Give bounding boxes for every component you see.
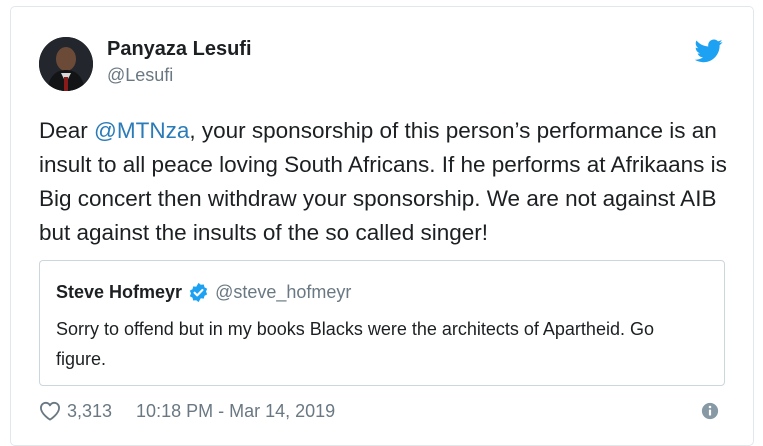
tweet-text-start: Dear — [39, 118, 95, 143]
tweet-text: Dear @MTNza, your sponsorship of this pe… — [39, 114, 739, 250]
tweet-card: Panyaza Lesufi @Lesufi Dear @MTNza, your… — [10, 6, 754, 446]
quoted-author-name: Steve Hofmeyr — [56, 282, 183, 302]
quoted-tweet[interactable]: Steve Hofmeyr @steve_hofmeyr Sorry to of… — [39, 260, 725, 386]
quoted-tweet-header: Steve Hofmeyr @steve_hofmeyr — [56, 281, 351, 303]
quoted-tweet-text: Sorry to offend but in my books Blacks w… — [56, 319, 654, 369]
author-block: Panyaza Lesufi @Lesufi — [107, 37, 252, 87]
avatar-image — [39, 37, 93, 91]
verified-badge-icon — [189, 282, 208, 302]
author-handle[interactable]: @Lesufi — [107, 63, 252, 87]
twitter-bird-icon[interactable] — [695, 39, 723, 63]
mention-link[interactable]: @MTNza — [94, 118, 189, 143]
author-name[interactable]: Panyaza Lesufi — [107, 37, 252, 61]
timestamp[interactable]: 10:18 PM - Mar 14, 2019 — [136, 399, 335, 423]
tweet-footer: 3,313 10:18 PM - Mar 14, 2019 — [39, 399, 335, 423]
avatar[interactable] — [39, 37, 93, 91]
quoted-author-handle: @steve_hofmeyr — [215, 282, 352, 302]
like-count[interactable]: 3,313 — [67, 399, 112, 423]
info-icon[interactable] — [701, 402, 719, 420]
heart-icon[interactable] — [39, 401, 61, 421]
